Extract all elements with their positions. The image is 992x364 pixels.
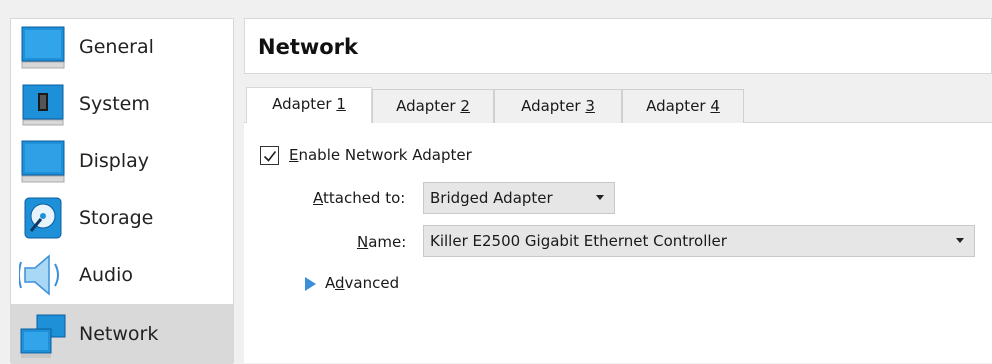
tab-shortcut-key: 2 <box>460 97 470 115</box>
page-title: Network <box>258 35 359 59</box>
chevron-down-icon <box>596 195 604 200</box>
label-text: vanced <box>344 274 400 292</box>
page-header: Network <box>244 18 992 74</box>
label-text: ame: <box>368 233 407 251</box>
advanced-toggle[interactable]: Advanced <box>325 272 399 294</box>
tab-shortcut-key: 1 <box>336 95 346 113</box>
tab-adapter-3[interactable]: Adapter 3 <box>494 89 622 123</box>
expand-arrow-icon[interactable] <box>305 277 316 291</box>
shortcut-key: A <box>313 189 323 207</box>
adapter-name-value: Killer E2500 Gigabit Ethernet Controller <box>430 232 727 250</box>
sidebar-item-label: Network <box>79 323 159 345</box>
tab-shortcut-key: 3 <box>585 97 595 115</box>
label-text: A <box>325 274 335 292</box>
enable-adapter-checkbox[interactable] <box>260 146 279 165</box>
name-label: Name: <box>357 231 406 253</box>
adapter-tabs: Adapter 1 Adapter 2 Adapter 3 Adapter 4 <box>244 87 992 124</box>
attached-to-value: Bridged Adapter <box>430 189 553 207</box>
chevron-down-icon <box>956 238 964 243</box>
tab-label: Adapter <box>521 97 586 115</box>
sidebar-item-label: System <box>79 93 150 115</box>
sidebar-item-network[interactable]: Network <box>11 304 233 364</box>
tab-shortcut-key: 4 <box>710 97 720 115</box>
tab-label: Adapter <box>272 95 337 113</box>
tab-adapter-2[interactable]: Adapter 2 <box>372 89 494 123</box>
label-text: nable Network Adapter <box>298 146 472 164</box>
attached-to-dropdown[interactable]: Bridged Adapter <box>423 182 615 214</box>
enable-adapter-label[interactable]: Enable Network Adapter <box>289 144 472 166</box>
sidebar-item-system[interactable]: System <box>11 76 233 133</box>
shortcut-key: N <box>357 233 369 251</box>
tab-label: Adapter <box>396 97 461 115</box>
system-icon <box>19 81 67 127</box>
checkmark-icon <box>263 151 277 162</box>
settings-sidebar: General System Display Storage Audio Net… <box>10 18 234 364</box>
network-icon <box>19 309 67 358</box>
shortcut-key: d <box>335 274 345 292</box>
adapter-name-dropdown[interactable]: Killer E2500 Gigabit Ethernet Controller <box>423 225 975 257</box>
sidebar-item-label: General <box>79 36 154 58</box>
tab-label: Adapter <box>646 97 711 115</box>
display-icon <box>19 138 67 184</box>
attached-to-label: Attached to: <box>313 187 405 209</box>
tab-adapter-1[interactable]: Adapter 1 <box>246 87 372 124</box>
sidebar-item-general[interactable]: General <box>11 19 233 76</box>
general-icon <box>19 24 67 70</box>
audio-icon <box>18 252 67 298</box>
tab-adapter-4[interactable]: Adapter 4 <box>622 89 744 123</box>
storage-icon <box>19 195 67 241</box>
label-text: ttached to: <box>323 189 406 207</box>
sidebar-item-audio[interactable]: Audio <box>11 247 233 304</box>
sidebar-item-display[interactable]: Display <box>11 133 233 190</box>
sidebar-item-label: Storage <box>79 207 154 229</box>
sidebar-item-label: Display <box>79 150 150 172</box>
sidebar-item-label: Audio <box>79 264 134 286</box>
sidebar-item-storage[interactable]: Storage <box>11 190 233 247</box>
